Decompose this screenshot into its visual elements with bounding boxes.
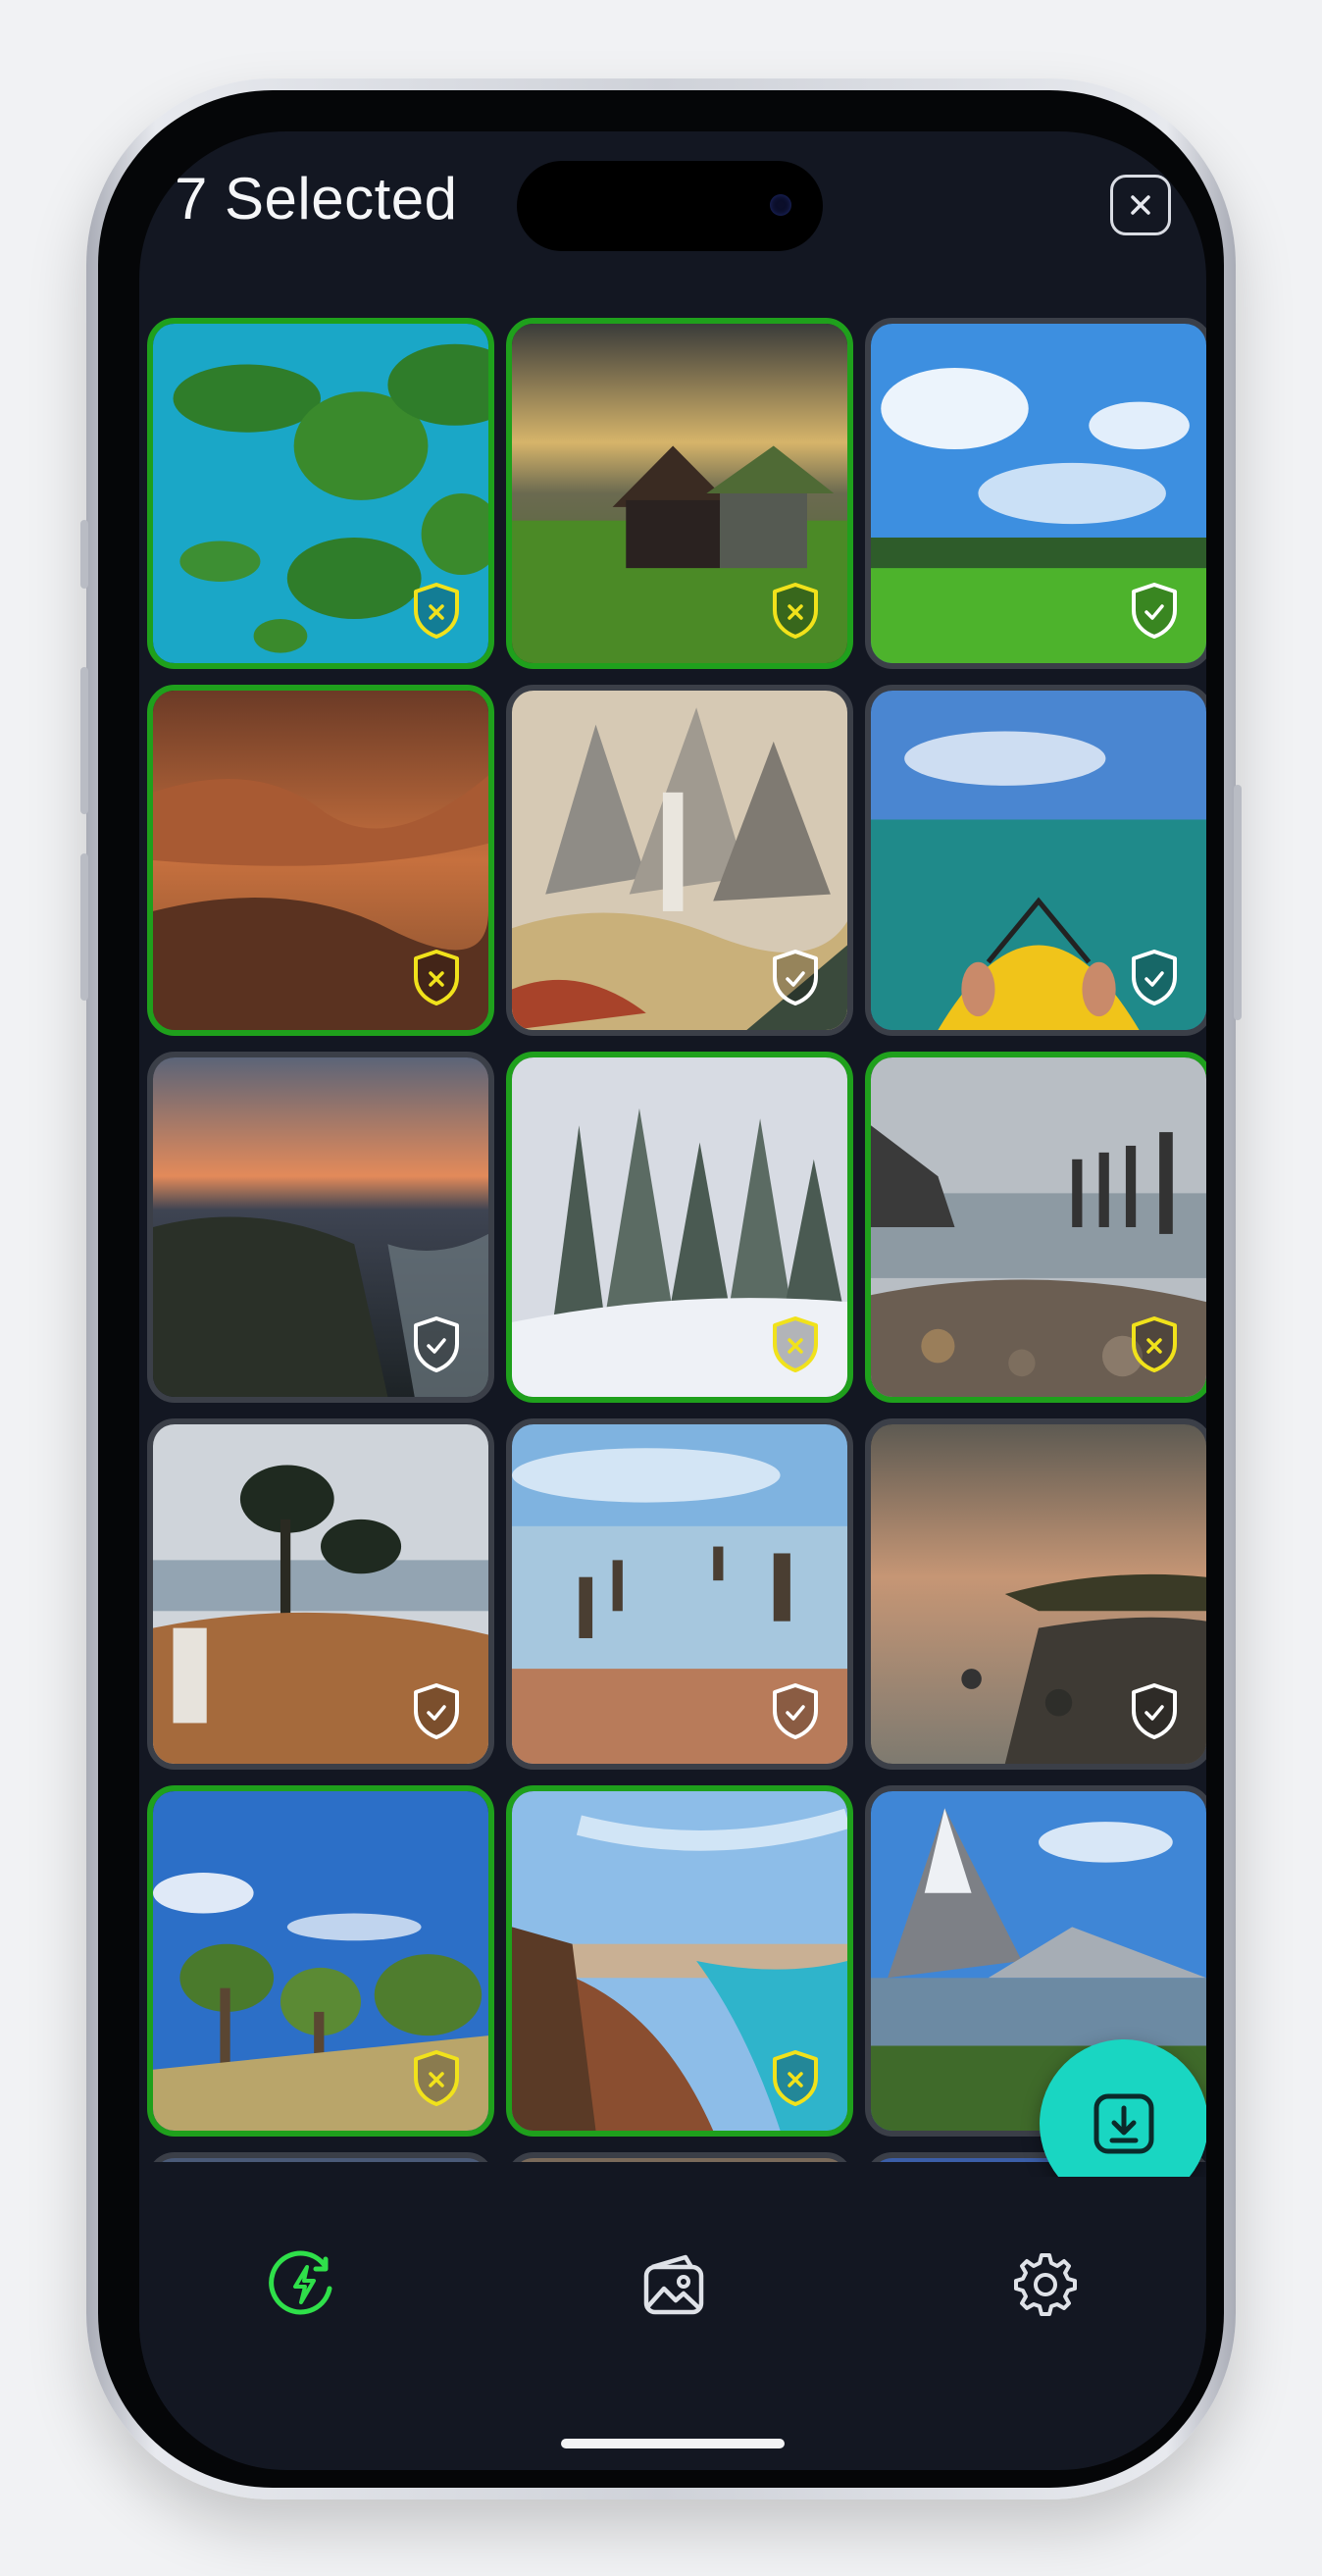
photo-tile-savanna-trees[interactable] [147,1785,494,2137]
dynamic-island [517,161,823,251]
nav-item-boost[interactable] [265,2245,343,2324]
shield-check-icon[interactable] [1128,581,1181,640]
photo-tile-dusk-beach[interactable] [865,1418,1206,1770]
nav-item-settings[interactable] [1004,2245,1083,2324]
selection-count-title: 7 Selected [175,166,458,232]
gear-icon [1014,2253,1077,2316]
photo-tile-blue-posts-sea[interactable] [506,1418,853,1770]
bolt-circle-icon [269,2250,332,2315]
volume-down-button [80,853,88,1001]
phone-bezel: 7 Selected [98,90,1224,2488]
app-screen: 7 Selected [139,131,1206,2470]
photo-tile-partial[interactable] [147,2152,494,2162]
shield-x-icon[interactable] [410,948,463,1006]
photo-tile-partial[interactable] [506,2152,853,2162]
photo-tile-cottage-sunset[interactable] [506,318,853,669]
phone-frame: 7 Selected [80,78,1242,2499]
photo-tile-cliff-dusk[interactable] [147,1052,494,1403]
bottom-navigation [139,2177,1206,2432]
photo-tile-rocky-pier[interactable] [865,1052,1206,1403]
photo-tile-coast-cliff[interactable] [506,1785,853,2137]
wallet-image-icon [643,2254,704,2315]
photo-tile-grand-canyon[interactable] [147,685,494,1036]
shield-x-icon[interactable] [1128,1314,1181,1373]
home-indicator[interactable] [561,2439,785,2448]
shield-check-icon[interactable] [410,1681,463,1740]
volume-up-button [80,667,88,814]
shield-x-icon[interactable] [769,1314,822,1373]
photo-tile-snowy-forest[interactable] [506,1052,853,1403]
shield-check-icon[interactable] [1128,1681,1181,1740]
photo-tile-green-field-sky[interactable] [865,318,1206,669]
download-icon [1093,2093,1154,2154]
power-button [1234,785,1242,1020]
photo-grid [139,318,1206,2162]
shield-check-icon[interactable] [769,1681,822,1740]
photo-tile-pine-shore[interactable] [147,1418,494,1770]
mute-switch [80,520,88,589]
photo-tile-painted-mountains[interactable] [506,685,853,1036]
shield-check-icon[interactable] [1128,948,1181,1006]
shield-x-icon[interactable] [410,2048,463,2107]
close-selection-button[interactable] [1110,175,1171,235]
shield-x-icon[interactable] [769,2048,822,2107]
camera-icon [770,194,791,216]
shield-check-icon[interactable] [769,948,822,1006]
close-icon [1131,195,1150,215]
nav-item-gallery[interactable] [635,2245,713,2324]
photo-tile-tropical-islands[interactable] [147,318,494,669]
photo-tile-kayak-sea[interactable] [865,685,1206,1036]
shield-x-icon[interactable] [769,581,822,640]
shield-x-icon[interactable] [410,581,463,640]
shield-check-icon[interactable] [410,1314,463,1373]
